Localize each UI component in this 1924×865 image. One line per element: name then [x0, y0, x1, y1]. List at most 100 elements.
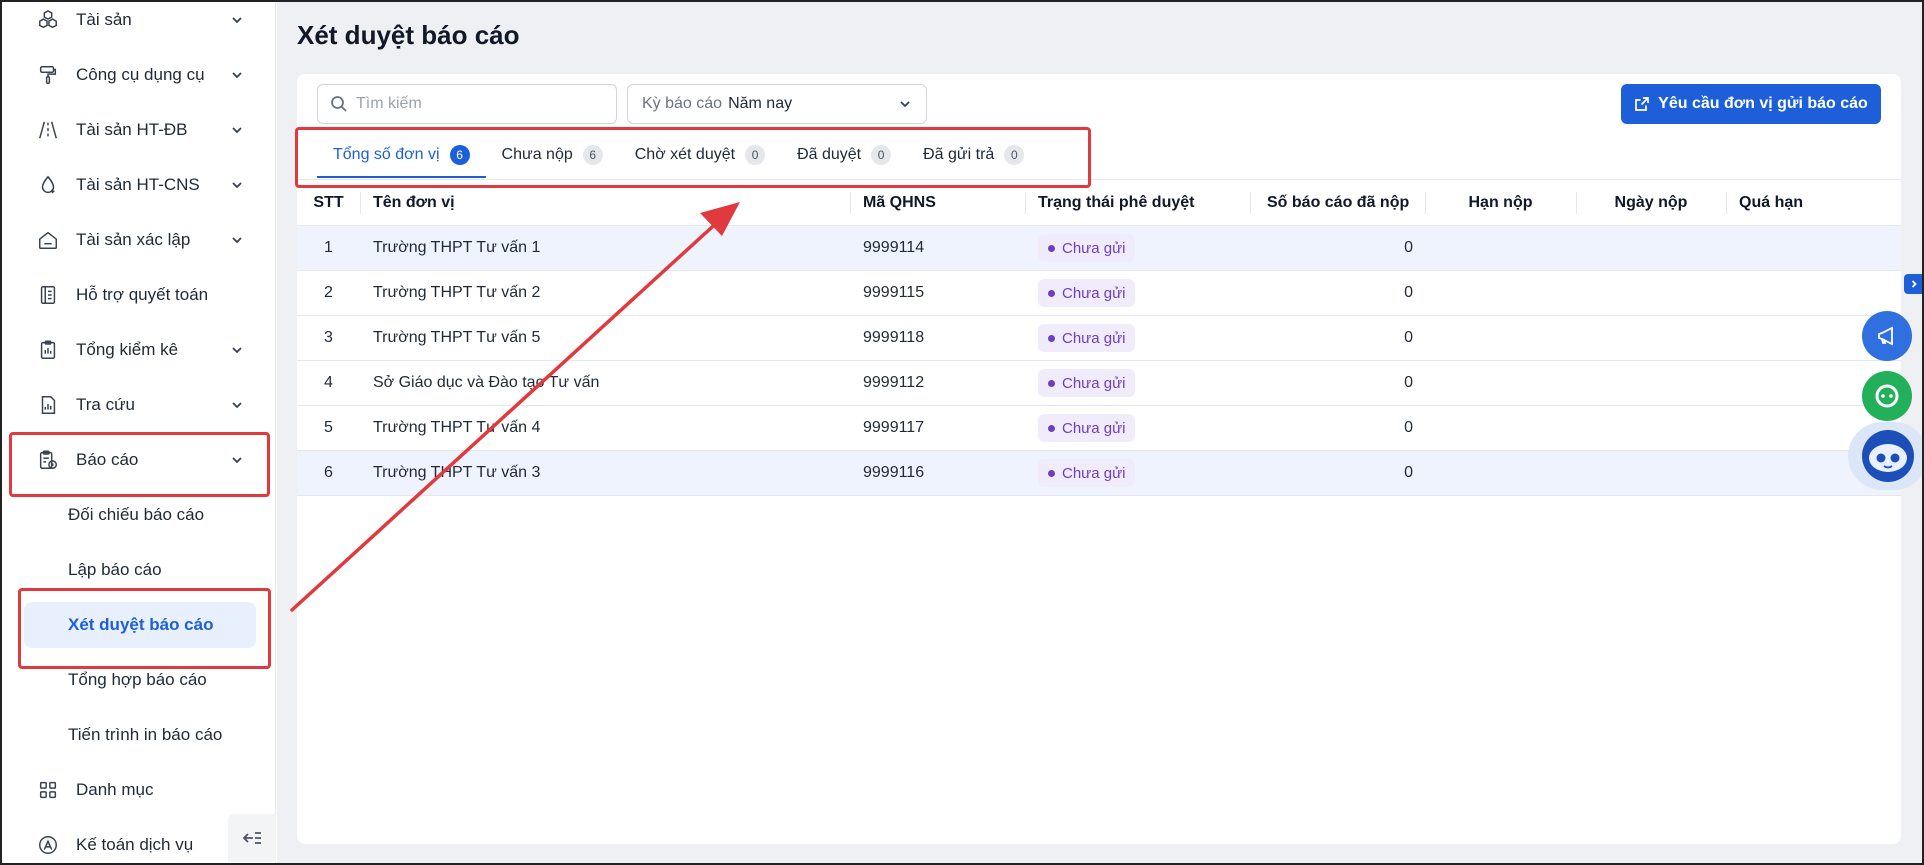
cubes-icon — [36, 8, 60, 32]
cell-deadline — [1425, 226, 1576, 270]
period-select[interactable]: Kỳ báo cáo Năm nay — [627, 84, 927, 124]
sidebar-item-tai-san-ht-db[interactable]: Tài sản HT-ĐB — [8, 106, 268, 154]
cell-code: 9999117 — [863, 419, 925, 436]
cell-submitted: 0 — [1404, 374, 1413, 391]
column-header-trang-thai: Trạng thái phê duyệt — [1025, 180, 1250, 225]
cell-date — [1576, 226, 1726, 270]
table-row[interactable]: 3 Trường THPT Tư vấn 5 9999118 Chưa gửi … — [297, 316, 1901, 361]
house-icon — [36, 228, 60, 252]
sidebar-subitem-tien-trinh-in-bao-cao[interactable]: Tiến trình in báo cáo — [24, 712, 256, 758]
assistant-bot-button[interactable] — [1848, 422, 1924, 490]
cell-code: 9999114 — [863, 239, 925, 256]
tab-label: Chưa nộp — [501, 146, 573, 163]
sidebar-subitem-xet-duyet-bao-cao[interactable]: Xét duyệt báo cáo — [24, 602, 256, 648]
cell-submitted: 0 — [1404, 284, 1413, 301]
status-dot — [1048, 424, 1055, 432]
sidebar-item-label: Báo cáo — [76, 450, 139, 469]
cell-deadline — [1425, 271, 1576, 315]
sidebar-item-label: Tài sản HT-ĐB — [76, 120, 188, 139]
sidebar-subitem-tong-hop-bao-cao[interactable]: Tổng hợp báo cáo — [24, 657, 256, 703]
status-tabs: Tổng số đơn vị 6 Chưa nộp 6 Chờ xét duyệ… — [317, 134, 1040, 178]
status-badge: Chưa gửi — [1038, 459, 1136, 487]
sidebar-subitem-lap-bao-cao[interactable]: Lập báo cáo — [24, 547, 256, 593]
sidebar-subitem-doi-chieu-bao-cao[interactable]: Đối chiếu báo cáo — [24, 492, 256, 538]
chat-button[interactable] — [1862, 371, 1912, 421]
cell-unit-name: Sở Giáo dục và Đào tạo Tư vấn — [373, 374, 600, 391]
sidebar-item-label: Tra cứu — [76, 395, 135, 414]
expand-panel-button[interactable] — [1904, 274, 1924, 294]
collapse-sidebar-button[interactable] — [228, 814, 276, 862]
table-row[interactable]: 4 Sở Giáo dục và Đào tạo Tư vấn 9999112 … — [297, 361, 1901, 406]
sidebar-item-label: Hỗ trợ quyết toán — [76, 285, 209, 304]
cell-status: Chưa gửi — [1025, 316, 1250, 360]
column-header-ma-qhns: Mã QHNS — [850, 180, 1025, 225]
sidebar-item-label: Công cụ dụng cụ — [76, 65, 205, 84]
sidebar-item-tai-san-ht-cns[interactable]: Tài sản HT-CNS — [8, 161, 268, 209]
chevron-down-icon — [232, 72, 242, 79]
tab-count-badge: 6 — [449, 145, 470, 165]
search-box[interactable] — [317, 84, 617, 124]
tab-label: Tổng số đơn vị — [333, 146, 440, 163]
table-row[interactable]: 1 Trường THPT Tư vấn 1 9999114 Chưa gửi … — [297, 226, 1901, 271]
request-report-button[interactable]: Yêu cầu đơn vị gửi báo cáo — [1621, 84, 1881, 124]
tab-da-duyet[interactable]: Đã duyệt 0 — [781, 134, 907, 178]
cell-overdue — [1726, 226, 1901, 270]
sidebar-item-cong-cu-dung-cu[interactable]: Công cụ dụng cụ — [8, 51, 268, 99]
sidebar-item-bao-cao[interactable]: Báo cáo — [8, 436, 268, 484]
column-header-stt: STT — [313, 193, 344, 211]
sidebar-item-tra-cuu[interactable]: Tra cứu — [8, 381, 268, 429]
tab-cho-xet-duyet[interactable]: Chờ xét duyệt 0 — [619, 134, 781, 178]
table-row[interactable]: 5 Trường THPT Tư vấn 4 9999117 Chưa gửi … — [297, 406, 1901, 451]
status-badge: Chưa gửi — [1038, 234, 1136, 262]
cell-code: 9999115 — [863, 284, 925, 301]
period-label: Kỳ báo cáo — [642, 95, 723, 112]
status-dot — [1048, 289, 1055, 297]
report-icon — [36, 448, 60, 472]
sidebar-item-label: Tài sản HT-CNS — [76, 175, 200, 194]
column-header-so-bao-cao: Số báo cáo đã nộp — [1250, 180, 1425, 225]
sidebar-item-tai-san[interactable]: Tài sản — [8, 0, 268, 44]
table-row[interactable]: 2 Trường THPT Tư vấn 2 9999115 Chưa gửi … — [297, 271, 1901, 316]
cell-status: Chưa gửi — [1025, 361, 1250, 405]
water-drop-icon — [36, 173, 60, 197]
tab-da-gui-tra[interactable]: Đã gửi trả 0 — [907, 134, 1040, 178]
cell-status: Chưa gửi — [1025, 451, 1250, 495]
cell-unit-name: Trường THPT Tư vấn 2 — [373, 284, 541, 301]
cell-date — [1576, 316, 1726, 360]
sidebar-item-tong-kiem-ke[interactable]: Tổng kiểm kê — [8, 326, 268, 374]
column-header-ten-don-vi: Tên đơn vị — [360, 180, 850, 225]
sidebar: Tài sản Công cụ dụng cụ Tài sản HT-ĐB Tà… — [0, 0, 276, 865]
cell-unit-name: Trường THPT Tư vấn 4 — [373, 419, 541, 436]
chevron-down-icon — [232, 182, 242, 189]
period-value: Năm nay — [728, 95, 793, 112]
tab-count-badge: 0 — [871, 145, 892, 165]
sidebar-item-ho-tro-quyet-toan[interactable]: Hỗ trợ quyết toán — [8, 271, 268, 319]
chevron-down-icon — [232, 17, 242, 24]
content-card: Kỳ báo cáo Năm nay Yêu cầu đơn vị gửi bá… — [297, 74, 1901, 844]
sidebar-item-label: Tài sản — [76, 10, 132, 29]
column-header-qua-han: Quá hạn — [1726, 180, 1901, 225]
cell-submitted: 0 — [1404, 239, 1413, 256]
request-report-label: Yêu cầu đơn vị gửi báo cáo — [1658, 95, 1868, 112]
cell-stt: 3 — [324, 329, 333, 346]
tab-chua-nop[interactable]: Chưa nộp 6 — [486, 134, 619, 178]
cell-unit-name: Trường THPT Tư vấn 3 — [373, 464, 541, 481]
cell-status: Chưa gửi — [1025, 226, 1250, 270]
status-text: Chưa gửi — [1062, 419, 1126, 437]
status-dot — [1048, 334, 1055, 342]
sidebar-item-tai-san-xac-lap[interactable]: Tài sản xác lập — [8, 216, 268, 264]
search-input[interactable] — [356, 95, 596, 113]
announcement-button[interactable] — [1862, 311, 1912, 361]
tab-tong-so-don-vi[interactable]: Tổng số đơn vị 6 — [317, 134, 486, 178]
table-header: STT Tên đơn vị Mã QHNS Trạng thái phê du… — [297, 180, 1901, 226]
cell-submitted: 0 — [1404, 419, 1413, 436]
main-content: Xét duyệt báo cáo Kỳ báo cáo Năm nay Yêu… — [277, 0, 1924, 865]
sidebar-item-danh-muc[interactable]: Danh mục — [8, 766, 268, 814]
column-header-han-nop: Hạn nộp — [1425, 180, 1576, 225]
chevron-down-icon — [232, 237, 242, 244]
table-row[interactable]: 6 Trường THPT Tư vấn 3 9999116 Chưa gửi … — [297, 451, 1901, 496]
search-icon — [331, 96, 347, 112]
chevron-down-icon — [232, 457, 242, 464]
cell-deadline — [1425, 316, 1576, 360]
tab-count-badge: 0 — [745, 145, 766, 165]
